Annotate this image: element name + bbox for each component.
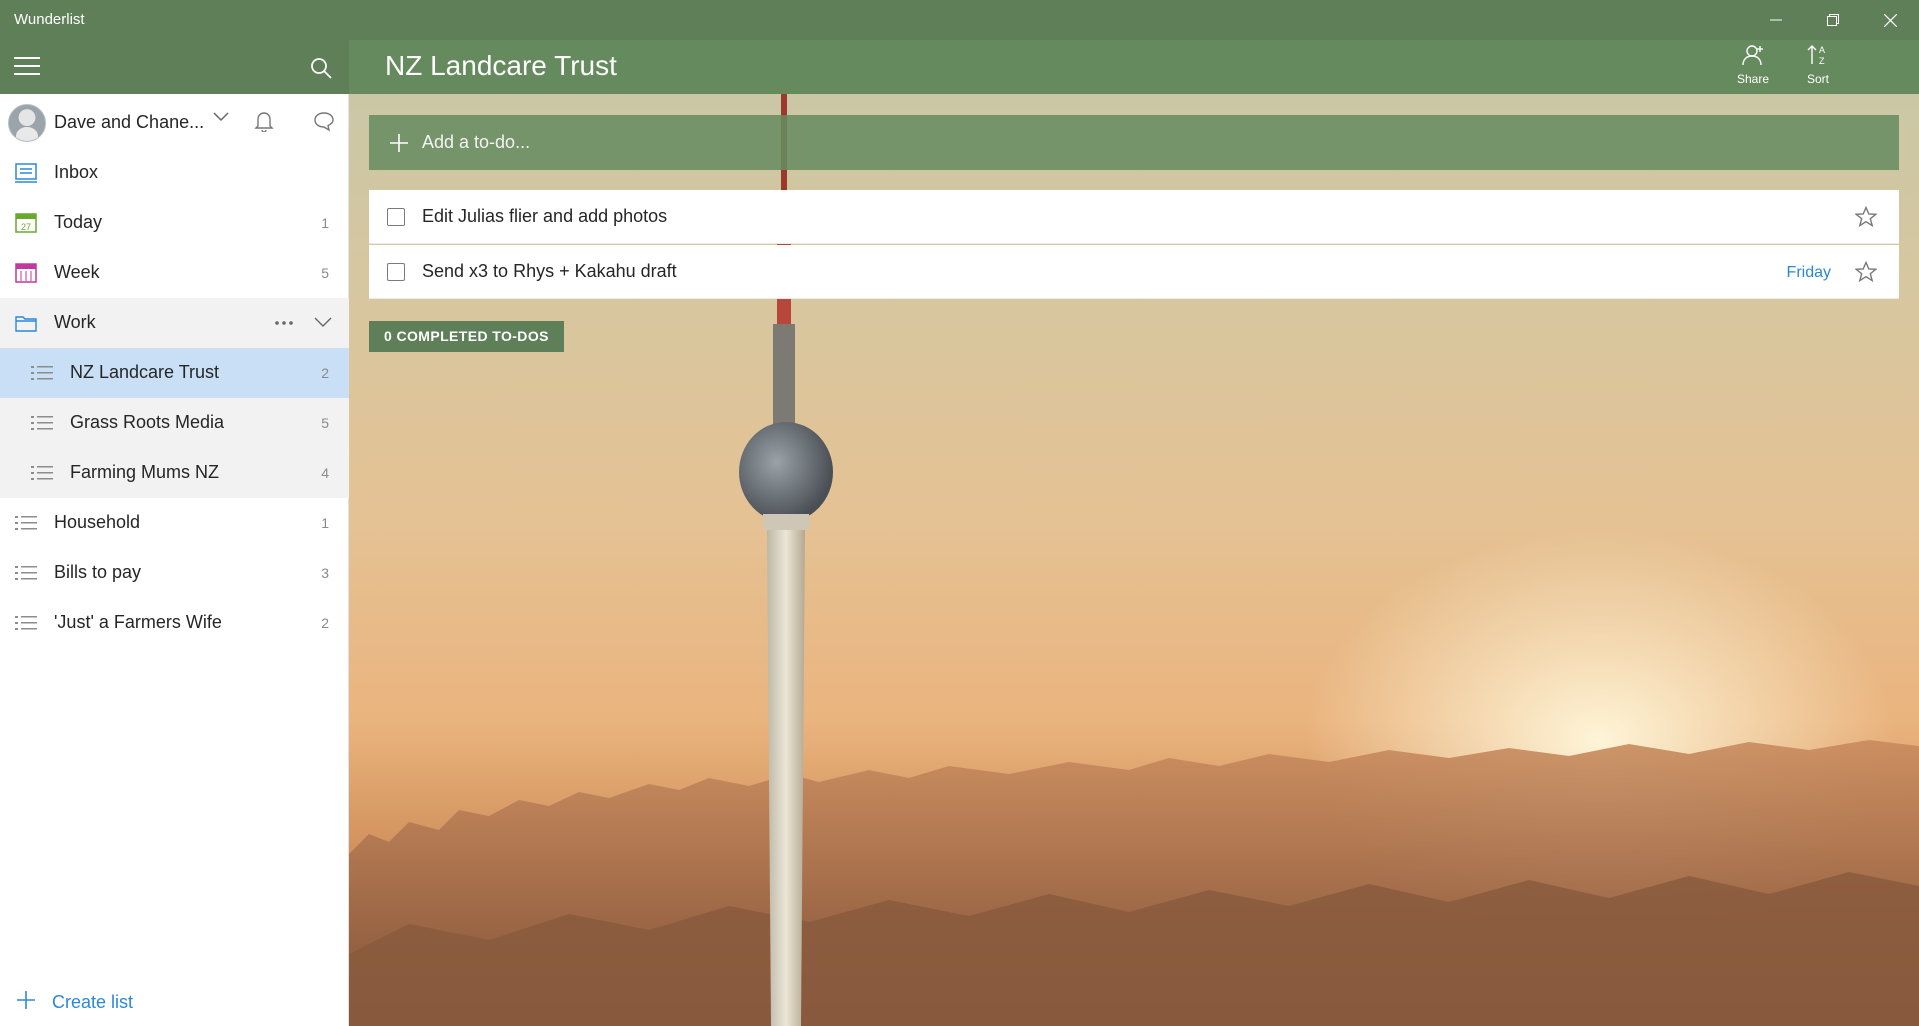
sidebar-item-label: Inbox [54, 162, 99, 182]
sidebar-item-nz-landcare-trust[interactable]: NZ Landcare Trust 2 [0, 348, 349, 398]
sidebar-item-count: 5 [321, 265, 329, 281]
sidebar-item-count: 2 [321, 615, 329, 631]
sidebar-header [0, 40, 349, 94]
share-label: Share [1736, 72, 1770, 86]
bell-icon[interactable] [254, 110, 274, 132]
task-title: Send x3 to Rhys + Kakahu draft [422, 261, 677, 281]
minimize-button[interactable] [1748, 0, 1804, 40]
task-row[interactable]: Send x3 to Rhys + Kakahu draft Friday [369, 245, 1899, 299]
calendar-week-icon [15, 263, 37, 283]
page-title: NZ Landcare Trust [385, 50, 617, 81]
svg-text:A: A [1819, 45, 1825, 55]
list-header: NZ Landcare Trust Share AZ Sort [349, 40, 1919, 94]
sort-button[interactable]: AZ Sort [1788, 44, 1848, 92]
share-button[interactable]: Share [1723, 44, 1783, 92]
sidebar-item-week[interactable]: Week 5 [0, 248, 349, 298]
window-titlebar: Wunderlist [0, 0, 1919, 40]
sidebar-item-count: 2 [321, 365, 329, 381]
sidebar-item-count: 1 [321, 215, 329, 231]
task-title: Edit Julias flier and add photos [422, 206, 668, 226]
close-icon [1883, 13, 1897, 27]
chevron-down-icon[interactable] [314, 316, 332, 328]
task-row[interactable]: Edit Julias flier and add photos [369, 190, 1899, 244]
chevron-down-icon[interactable] [213, 112, 229, 122]
task-list-panel: NZ Landcare Trust Share AZ Sort Add a to… [349, 40, 1919, 1026]
inbox-icon [15, 163, 37, 183]
close-button[interactable] [1862, 0, 1918, 40]
restore-icon [1827, 14, 1839, 26]
sidebar-item-farming-mums-nz[interactable]: Farming Mums NZ 4 [0, 448, 349, 498]
list-icon [31, 366, 53, 380]
sidebar-item-inbox[interactable]: Inbox [0, 148, 349, 198]
sidebar-item-label: 'Just' a Farmers Wife [54, 612, 222, 632]
sidebar-item-count: 5 [321, 415, 329, 431]
more-options-icon[interactable] [274, 320, 294, 326]
search-icon[interactable] [309, 56, 333, 80]
sidebar-item-label: Farming Mums NZ [70, 462, 220, 482]
sidebar-item-label: Today [54, 212, 103, 232]
folder-icon [15, 316, 37, 332]
star-icon[interactable] [1855, 206, 1877, 228]
create-list-label: Create list [52, 992, 134, 1012]
sidebar-item-grass-roots-media[interactable]: Grass Roots Media 5 [0, 398, 349, 448]
sidebar-item-label: Grass Roots Media [70, 412, 225, 432]
sidebar-item-label: NZ Landcare Trust [70, 362, 220, 382]
add-todo-placeholder: Add a to-do... [422, 132, 531, 152]
restore-button[interactable] [1805, 0, 1861, 40]
sidebar-item-label: Work [54, 312, 96, 332]
list-icon [15, 516, 37, 530]
list-icon [31, 416, 53, 430]
list-icon [15, 566, 37, 580]
task-checkbox[interactable] [387, 208, 405, 226]
sidebar-item-label: Household [54, 512, 141, 532]
calendar-day-number: 27 [21, 222, 31, 232]
minimize-icon [1770, 19, 1782, 21]
app-title: Wunderlist [14, 11, 85, 28]
comment-icon[interactable] [313, 110, 335, 132]
add-todo-input[interactable]: Add a to-do... [369, 115, 1899, 170]
user-account-row[interactable]: Dave and Chane... [0, 94, 349, 148]
sidebar-item-bills-to-pay[interactable]: Bills to pay 3 [0, 548, 349, 598]
task-due-date: Friday [1786, 264, 1831, 281]
sidebar-item-label: Week [54, 262, 100, 282]
share-person-icon [1742, 45, 1763, 66]
sidebar-folder-work[interactable]: Work [0, 298, 349, 348]
sidebar: Dave and Chane... Inbox 27 Today 1 Week … [0, 40, 349, 1026]
sidebar-item-just-a-farmers-wife[interactable]: 'Just' a Farmers Wife 2 [0, 598, 349, 648]
plus-icon [390, 134, 408, 152]
user-name: Dave and Chane... [54, 112, 205, 132]
sidebar-item-count: 3 [321, 565, 329, 581]
sort-icon: AZ [1807, 45, 1825, 66]
plus-icon [17, 991, 35, 1009]
sidebar-item-count: 1 [321, 515, 329, 531]
sidebar-item-today[interactable]: 27 Today 1 [0, 198, 349, 248]
star-icon[interactable] [1855, 261, 1877, 283]
sidebar-item-count: 4 [321, 465, 329, 481]
sort-label: Sort [1806, 72, 1829, 86]
sidebar-item-household[interactable]: Household 1 [0, 498, 349, 548]
create-list-button[interactable]: Create list [0, 978, 349, 1026]
svg-text:Z: Z [1819, 56, 1825, 66]
hamburger-menu-icon[interactable] [14, 57, 40, 79]
sidebar-item-label: Bills to pay [54, 562, 142, 582]
task-checkbox[interactable] [387, 263, 405, 281]
show-completed-button[interactable]: 0 COMPLETED TO-DOS [369, 321, 564, 352]
calendar-today-icon: 27 [15, 213, 37, 233]
list-icon [31, 466, 53, 480]
avatar [8, 104, 46, 142]
list-icon [15, 616, 37, 630]
